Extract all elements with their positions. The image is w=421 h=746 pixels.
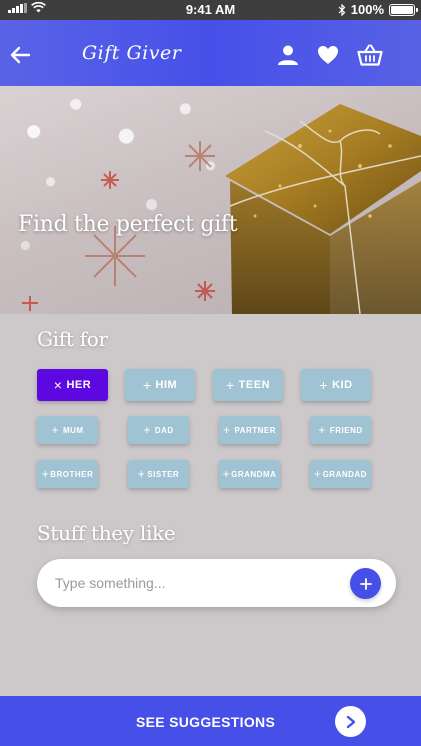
chip-label: GRANDAD: [322, 469, 367, 479]
app-title: Gift Giver: [82, 42, 182, 64]
chip-sister[interactable]: + SISTER: [128, 460, 189, 488]
likes-input[interactable]: [55, 571, 335, 595]
close-icon: ×: [53, 377, 63, 393]
heart-icon: [318, 46, 338, 64]
chip-label: DAD: [154, 425, 174, 435]
plus-icon: +: [319, 377, 329, 393]
chip-label: TEEN: [238, 379, 271, 391]
hero-title: Find the perfect gift: [18, 212, 238, 237]
chip-label: SISTER: [147, 469, 180, 479]
chip-her[interactable]: × HER: [37, 369, 108, 401]
plus-icon: +: [222, 423, 231, 437]
basket-icon: [357, 44, 383, 66]
favorites-button[interactable]: [315, 42, 341, 68]
chip-label: HIM: [155, 379, 178, 391]
back-arrow-icon: [10, 46, 31, 64]
plus-icon: +: [225, 377, 235, 393]
plus-icon: +: [143, 423, 151, 437]
profile-button[interactable]: [275, 42, 301, 68]
chip-label: MUM: [62, 425, 84, 435]
chip-dad[interactable]: + DAD: [128, 416, 189, 444]
chip-grandad[interactable]: + GRANDAD: [310, 460, 371, 488]
chip-brother[interactable]: + BROTHER: [37, 460, 98, 488]
chip-label: KID: [332, 379, 353, 391]
chip-friend[interactable]: + FRIEND: [310, 416, 371, 444]
chip-label: HER: [66, 379, 92, 391]
chip-teen[interactable]: + TEEN: [213, 369, 283, 401]
chip-label: PARTNER: [234, 425, 277, 435]
profile-icon: [278, 45, 298, 65]
bluetooth-icon: [338, 3, 346, 16]
plus-icon: +: [51, 423, 59, 437]
gift-for-title: Gift for: [37, 327, 108, 351]
plus-icon: +: [318, 423, 326, 437]
plus-icon: +: [222, 467, 231, 481]
chip-label: FRIEND: [329, 425, 363, 435]
chip-kid[interactable]: + KID: [301, 369, 371, 401]
likes-title: Stuff they like: [37, 521, 176, 545]
battery-level: [391, 5, 413, 14]
cta-label: SEE SUGGESTIONS: [136, 714, 276, 730]
battery-percent: 100%: [350, 2, 384, 17]
plus-icon: +: [41, 467, 50, 481]
plus-icon: +: [137, 467, 146, 481]
plus-icon: [359, 577, 372, 590]
chip-partner[interactable]: + PARTNER: [219, 416, 280, 444]
plus-icon: +: [142, 377, 152, 393]
hero-banner: Find the perfect gift: [0, 86, 421, 314]
chip-grandma[interactable]: + GRANDMA: [219, 460, 280, 488]
back-button[interactable]: [6, 41, 34, 69]
battery-icon: [389, 3, 418, 16]
status-right: 100%: [338, 2, 418, 17]
chip-label: BROTHER: [50, 469, 94, 479]
chevron-right-icon: [346, 715, 355, 728]
gift-box-illustration: [22, 104, 421, 314]
chip-him[interactable]: + HIM: [125, 369, 195, 401]
plus-icon: +: [314, 467, 322, 481]
cta-arrow-button[interactable]: [335, 706, 366, 737]
add-like-button[interactable]: [350, 568, 381, 599]
chip-label: GRANDMA: [231, 469, 277, 479]
basket-button[interactable]: [356, 42, 384, 68]
likes-input-container: [37, 559, 396, 607]
status-bar: 9:41 AM 100%: [0, 0, 421, 20]
app-bar: Gift Giver: [0, 20, 421, 86]
chip-mum[interactable]: + MUM: [37, 416, 98, 444]
